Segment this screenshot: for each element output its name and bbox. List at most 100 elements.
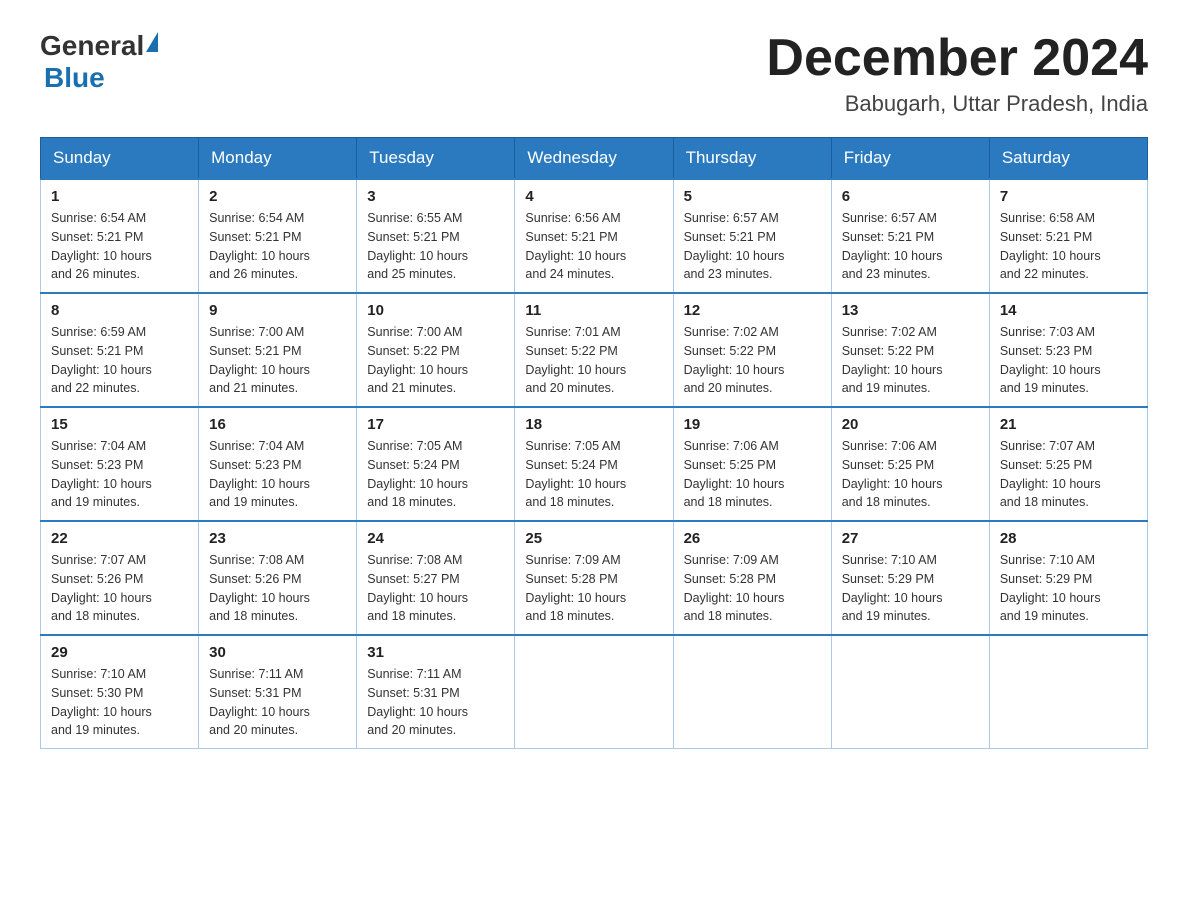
day-info: Sunrise: 7:07 AM Sunset: 5:26 PM Dayligh…	[51, 551, 188, 626]
logo-general-text: General	[40, 30, 144, 62]
calendar-day-header: Wednesday	[515, 138, 673, 180]
day-info: Sunrise: 7:10 AM Sunset: 5:30 PM Dayligh…	[51, 665, 188, 740]
calendar-cell: 2Sunrise: 6:54 AM Sunset: 5:21 PM Daylig…	[199, 179, 357, 293]
day-number: 15	[51, 416, 188, 433]
day-number: 26	[684, 530, 821, 547]
day-info: Sunrise: 7:02 AM Sunset: 5:22 PM Dayligh…	[684, 323, 821, 398]
calendar-cell: 14 Sunrise: 7:03 AM Sunset: 5:23 PM Dayli…	[989, 293, 1147, 407]
calendar-cell: 6 Sunrise: 6:57 AM Sunset: 5:21 PM Daylig…	[831, 179, 989, 293]
day-info: Sunrise: 6:57 AM Sunset: 5:21 PM Dayligh…	[684, 209, 821, 284]
title-block: December 2024 Babugarh, Uttar Pradesh, I…	[766, 30, 1148, 117]
day-number: 10	[367, 302, 504, 319]
day-info: Sunrise: 7:00 AM Sunset: 5:21 PM Dayligh…	[209, 323, 346, 398]
calendar-cell: 22Sunrise: 7:07 AM Sunset: 5:26 PM Dayli…	[41, 521, 199, 635]
day-info: Sunrise: 7:10 AM Sunset: 5:29 PM Dayligh…	[1000, 551, 1137, 626]
day-number: 16	[209, 416, 346, 433]
calendar-cell: 21 Sunrise: 7:07 AM Sunset: 5:25 PM Dayli…	[989, 407, 1147, 521]
day-number: 14	[1000, 302, 1137, 319]
logo: General Blue	[40, 30, 158, 94]
calendar-cell: 7 Sunrise: 6:58 AM Sunset: 5:21 PM Daylig…	[989, 179, 1147, 293]
calendar-cell: 9 Sunrise: 7:00 AM Sunset: 5:21 PM Daylig…	[199, 293, 357, 407]
calendar-cell: 25Sunrise: 7:09 AM Sunset: 5:28 PM Dayli…	[515, 521, 673, 635]
day-number: 23	[209, 530, 346, 547]
calendar-week-row: 1 Sunrise: 6:54 AM Sunset: 5:21 PM Daylig…	[41, 179, 1148, 293]
day-number: 19	[684, 416, 821, 433]
calendar-cell: 5 Sunrise: 6:57 AM Sunset: 5:21 PM Daylig…	[673, 179, 831, 293]
calendar-cell: 20 Sunrise: 7:06 AM Sunset: 5:25 PM Dayli…	[831, 407, 989, 521]
day-info: Sunrise: 7:06 AM Sunset: 5:25 PM Dayligh…	[842, 437, 979, 512]
calendar-table: SundayMondayTuesdayWednesdayThursdayFrid…	[40, 137, 1148, 749]
day-info: Sunrise: 6:57 AM Sunset: 5:21 PM Dayligh…	[842, 209, 979, 284]
day-info: Sunrise: 7:11 AM Sunset: 5:31 PM Dayligh…	[367, 665, 504, 740]
day-number: 5	[684, 188, 821, 205]
calendar-cell	[831, 635, 989, 749]
calendar-cell: 15 Sunrise: 7:04 AM Sunset: 5:23 PM Dayli…	[41, 407, 199, 521]
page-header: General Blue December 2024 Babugarh, Utt…	[40, 30, 1148, 117]
calendar-week-row: 8Sunrise: 6:59 AM Sunset: 5:21 PM Daylig…	[41, 293, 1148, 407]
calendar-day-header: Sunday	[41, 138, 199, 180]
calendar-cell	[989, 635, 1147, 749]
calendar-cell: 16Sunrise: 7:04 AM Sunset: 5:23 PM Dayli…	[199, 407, 357, 521]
day-info: Sunrise: 6:54 AM Sunset: 5:21 PM Dayligh…	[51, 209, 188, 284]
calendar-cell: 11Sunrise: 7:01 AM Sunset: 5:22 PM Dayli…	[515, 293, 673, 407]
logo-arrow-icon	[146, 32, 158, 52]
calendar-cell: 24 Sunrise: 7:08 AM Sunset: 5:27 PM Dayli…	[357, 521, 515, 635]
day-info: Sunrise: 7:04 AM Sunset: 5:23 PM Dayligh…	[51, 437, 188, 512]
day-info: Sunrise: 6:55 AM Sunset: 5:21 PM Dayligh…	[367, 209, 504, 284]
day-number: 24	[367, 530, 504, 547]
calendar-day-header: Thursday	[673, 138, 831, 180]
day-number: 9	[209, 302, 346, 319]
day-info: Sunrise: 7:08 AM Sunset: 5:27 PM Dayligh…	[367, 551, 504, 626]
calendar-week-row: 15 Sunrise: 7:04 AM Sunset: 5:23 PM Dayli…	[41, 407, 1148, 521]
day-number: 6	[842, 188, 979, 205]
calendar-week-row: 22Sunrise: 7:07 AM Sunset: 5:26 PM Dayli…	[41, 521, 1148, 635]
logo-blue-text: Blue	[44, 62, 105, 94]
main-title: December 2024	[766, 30, 1148, 87]
day-info: Sunrise: 7:00 AM Sunset: 5:22 PM Dayligh…	[367, 323, 504, 398]
day-info: Sunrise: 7:05 AM Sunset: 5:24 PM Dayligh…	[367, 437, 504, 512]
day-number: 29	[51, 644, 188, 661]
calendar-cell: 29 Sunrise: 7:10 AM Sunset: 5:30 PM Dayli…	[41, 635, 199, 749]
calendar-cell: 10 Sunrise: 7:00 AM Sunset: 5:22 PM Dayli…	[357, 293, 515, 407]
calendar-cell: 26 Sunrise: 7:09 AM Sunset: 5:28 PM Dayli…	[673, 521, 831, 635]
day-info: Sunrise: 7:10 AM Sunset: 5:29 PM Dayligh…	[842, 551, 979, 626]
day-info: Sunrise: 6:59 AM Sunset: 5:21 PM Dayligh…	[51, 323, 188, 398]
calendar-cell: 30Sunrise: 7:11 AM Sunset: 5:31 PM Dayli…	[199, 635, 357, 749]
day-number: 21	[1000, 416, 1137, 433]
day-number: 7	[1000, 188, 1137, 205]
calendar-cell: 12Sunrise: 7:02 AM Sunset: 5:22 PM Dayli…	[673, 293, 831, 407]
subtitle: Babugarh, Uttar Pradesh, India	[766, 91, 1148, 117]
day-number: 1	[51, 188, 188, 205]
day-info: Sunrise: 7:06 AM Sunset: 5:25 PM Dayligh…	[684, 437, 821, 512]
day-info: Sunrise: 7:02 AM Sunset: 5:22 PM Dayligh…	[842, 323, 979, 398]
day-info: Sunrise: 7:08 AM Sunset: 5:26 PM Dayligh…	[209, 551, 346, 626]
calendar-header-row: SundayMondayTuesdayWednesdayThursdayFrid…	[41, 138, 1148, 180]
calendar-cell: 1 Sunrise: 6:54 AM Sunset: 5:21 PM Daylig…	[41, 179, 199, 293]
calendar-cell: 23 Sunrise: 7:08 AM Sunset: 5:26 PM Dayli…	[199, 521, 357, 635]
day-number: 27	[842, 530, 979, 547]
calendar-cell	[673, 635, 831, 749]
calendar-cell: 13 Sunrise: 7:02 AM Sunset: 5:22 PM Dayli…	[831, 293, 989, 407]
day-number: 25	[525, 530, 662, 547]
day-number: 3	[367, 188, 504, 205]
day-info: Sunrise: 7:05 AM Sunset: 5:24 PM Dayligh…	[525, 437, 662, 512]
calendar-cell: 28 Sunrise: 7:10 AM Sunset: 5:29 PM Dayli…	[989, 521, 1147, 635]
day-number: 13	[842, 302, 979, 319]
calendar-day-header: Tuesday	[357, 138, 515, 180]
calendar-cell: 31 Sunrise: 7:11 AM Sunset: 5:31 PM Dayli…	[357, 635, 515, 749]
calendar-cell: 17Sunrise: 7:05 AM Sunset: 5:24 PM Dayli…	[357, 407, 515, 521]
day-info: Sunrise: 7:07 AM Sunset: 5:25 PM Dayligh…	[1000, 437, 1137, 512]
day-number: 4	[525, 188, 662, 205]
day-info: Sunrise: 6:54 AM Sunset: 5:21 PM Dayligh…	[209, 209, 346, 284]
day-info: Sunrise: 7:03 AM Sunset: 5:23 PM Dayligh…	[1000, 323, 1137, 398]
day-number: 31	[367, 644, 504, 661]
day-info: Sunrise: 7:01 AM Sunset: 5:22 PM Dayligh…	[525, 323, 662, 398]
day-info: Sunrise: 7:11 AM Sunset: 5:31 PM Dayligh…	[209, 665, 346, 740]
calendar-cell: 3 Sunrise: 6:55 AM Sunset: 5:21 PM Daylig…	[357, 179, 515, 293]
day-number: 28	[1000, 530, 1137, 547]
day-info: Sunrise: 6:58 AM Sunset: 5:21 PM Dayligh…	[1000, 209, 1137, 284]
day-number: 20	[842, 416, 979, 433]
calendar-cell: 18Sunrise: 7:05 AM Sunset: 5:24 PM Dayli…	[515, 407, 673, 521]
calendar-day-header: Friday	[831, 138, 989, 180]
day-info: Sunrise: 7:09 AM Sunset: 5:28 PM Dayligh…	[684, 551, 821, 626]
